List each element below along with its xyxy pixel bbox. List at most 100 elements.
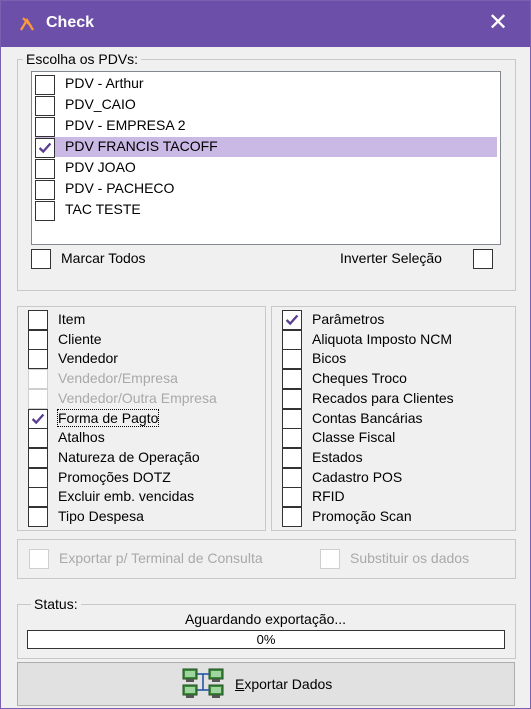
check-window: Check ✕ Escolha os PDVs: PDV - Arthur PDV… (0, 0, 531, 709)
checkmark-icon (31, 413, 45, 424)
pdv-listbox[interactable]: PDV - Arthur PDV_CAIO PDV - EMPRESA 2 PDV F… (31, 71, 501, 245)
option-label: Vendedor (58, 350, 118, 367)
option-label: Promoções DOTZ (58, 468, 171, 485)
pdv-list-item[interactable]: PDV - PACHECO (35, 179, 497, 200)
option-box[interactable] (28, 408, 48, 429)
pdv-item-checkbox[interactable] (35, 75, 55, 95)
option-checkbox[interactable]: Recados para Clientes (282, 388, 512, 409)
option-box[interactable] (282, 310, 302, 330)
replace-data-box (320, 549, 340, 569)
invert-selection-checkbox[interactable]: Inverter Seleção (331, 249, 496, 269)
close-icon[interactable]: ✕ (484, 9, 512, 37)
option-checkbox[interactable]: Tipo Despesa (28, 507, 258, 527)
pdv-list-item[interactable]: PDV_CAIO (35, 95, 497, 116)
option-box[interactable] (282, 447, 302, 468)
export-terminal-label: Exportar p/ Terminal de Consulta (59, 550, 263, 566)
option-box[interactable] (28, 329, 48, 350)
option-checkbox[interactable]: Excluir emb. vencidas (28, 487, 258, 508)
pdv-list-item[interactable]: PDV FRANCIS TACOFF (35, 137, 497, 158)
option-box[interactable] (28, 447, 48, 468)
option-checkbox: Vendedor/Outra Empresa (28, 388, 258, 409)
option-checkbox[interactable]: Bicos (282, 349, 512, 370)
option-box[interactable] (28, 428, 48, 449)
option-box[interactable] (282, 369, 302, 390)
option-label: Natureza de Operação (58, 448, 200, 465)
option-label: Atalhos (58, 429, 105, 446)
app-icon (20, 17, 34, 31)
option-box[interactable] (282, 349, 302, 370)
pdv-list-item[interactable]: PDV - Arthur (35, 74, 497, 95)
option-box[interactable] (28, 487, 48, 508)
mark-all-checkbox[interactable]: Marcar Todos (31, 249, 231, 269)
option-checkbox[interactable]: Promoção Scan (282, 507, 512, 527)
option-box[interactable] (282, 388, 302, 409)
pdv-item-checkbox[interactable] (35, 138, 55, 158)
pdv-item-label: TAC TESTE (65, 201, 141, 217)
option-checkbox: Vendedor/Empresa (28, 369, 258, 390)
invert-selection-box[interactable] (473, 249, 493, 269)
pdv-list-item[interactable]: TAC TESTE (35, 200, 497, 221)
pdv-list-item[interactable]: PDV - EMPRESA 2 (35, 116, 497, 137)
option-box[interactable] (28, 310, 48, 330)
progress-text: 0% (256, 632, 276, 647)
status-legend: Status: (31, 596, 81, 612)
option-checkbox[interactable]: Classe Fiscal (282, 428, 512, 449)
option-box[interactable] (282, 507, 302, 527)
option-box[interactable] (28, 349, 48, 370)
option-box[interactable] (28, 507, 48, 527)
pdv-item-checkbox[interactable] (35, 117, 55, 137)
option-checkbox[interactable]: Parâmetros (282, 310, 512, 330)
option-checkbox[interactable]: Cliente (28, 329, 258, 350)
mark-all-label: Marcar Todos (61, 250, 146, 266)
mark-all-box[interactable] (31, 249, 51, 269)
pdv-item-checkbox[interactable] (35, 201, 55, 221)
pdv-list-item[interactable]: PDV JOAO (35, 158, 497, 179)
option-label: Estados (312, 448, 363, 465)
pdv-item-checkbox[interactable] (35, 96, 55, 116)
option-label: Vendedor/Outra Empresa (58, 389, 217, 406)
export-data-button[interactable]: Exportar Dados (17, 662, 515, 706)
option-label: Item (58, 311, 86, 327)
pdv-item-checkbox[interactable] (35, 180, 55, 200)
option-label: Promoção Scan (312, 508, 412, 524)
option-label: Cheques Troco (312, 370, 407, 387)
replace-data-checkbox: Substituir os dados (320, 549, 505, 569)
option-checkbox[interactable]: Natureza de Operação (28, 447, 258, 468)
option-checkbox[interactable]: RFID (282, 487, 512, 508)
option-box[interactable] (282, 487, 302, 508)
option-checkbox[interactable]: Contas Bancárias (282, 408, 512, 429)
option-label: RFID (312, 488, 345, 505)
option-checkbox[interactable]: Vendedor (28, 349, 258, 370)
pdv-item-label: PDV - PACHECO (65, 180, 175, 196)
option-checkbox[interactable]: Atalhos (28, 428, 258, 449)
export-data-label-rest: xportar Dados (244, 676, 333, 692)
option-checkbox[interactable]: Item (28, 310, 258, 330)
option-checkbox[interactable]: Estados (282, 447, 512, 468)
network-export-icon (182, 668, 224, 698)
option-box[interactable] (282, 428, 302, 449)
option-label: Cliente (58, 330, 102, 347)
pdv-item-label: PDV JOAO (65, 159, 136, 175)
option-box (28, 388, 48, 409)
option-box[interactable] (28, 467, 48, 488)
option-label: Forma de Pagto (56, 408, 160, 427)
checkmark-icon (285, 314, 299, 326)
option-label: Excluir emb. vencidas (58, 488, 195, 505)
checkmark-icon (38, 142, 52, 154)
option-label: Parâmetros (312, 311, 385, 327)
pdv-item-checkbox[interactable] (35, 159, 55, 179)
status-message: Aguardando exportação... (184, 611, 347, 627)
option-checkbox[interactable]: Cheques Troco (282, 369, 512, 390)
option-checkbox[interactable]: Cadastro POS (282, 467, 512, 488)
option-label: Recados para Clientes (312, 389, 454, 406)
option-checkbox[interactable]: Aliquota Imposto NCM (282, 329, 512, 350)
invert-selection-label: Inverter Seleção (340, 250, 442, 266)
export-terminal-checkbox: Exportar p/ Terminal de Consulta (29, 549, 314, 569)
option-box[interactable] (282, 408, 302, 429)
option-box[interactable] (282, 329, 302, 350)
option-label: Aliquota Imposto NCM (312, 330, 453, 347)
option-checkbox[interactable]: Forma de Pagto (28, 408, 258, 429)
option-checkbox[interactable]: Promoções DOTZ (28, 467, 258, 488)
option-box[interactable] (282, 467, 302, 488)
option-label: Cadastro POS (312, 468, 403, 485)
